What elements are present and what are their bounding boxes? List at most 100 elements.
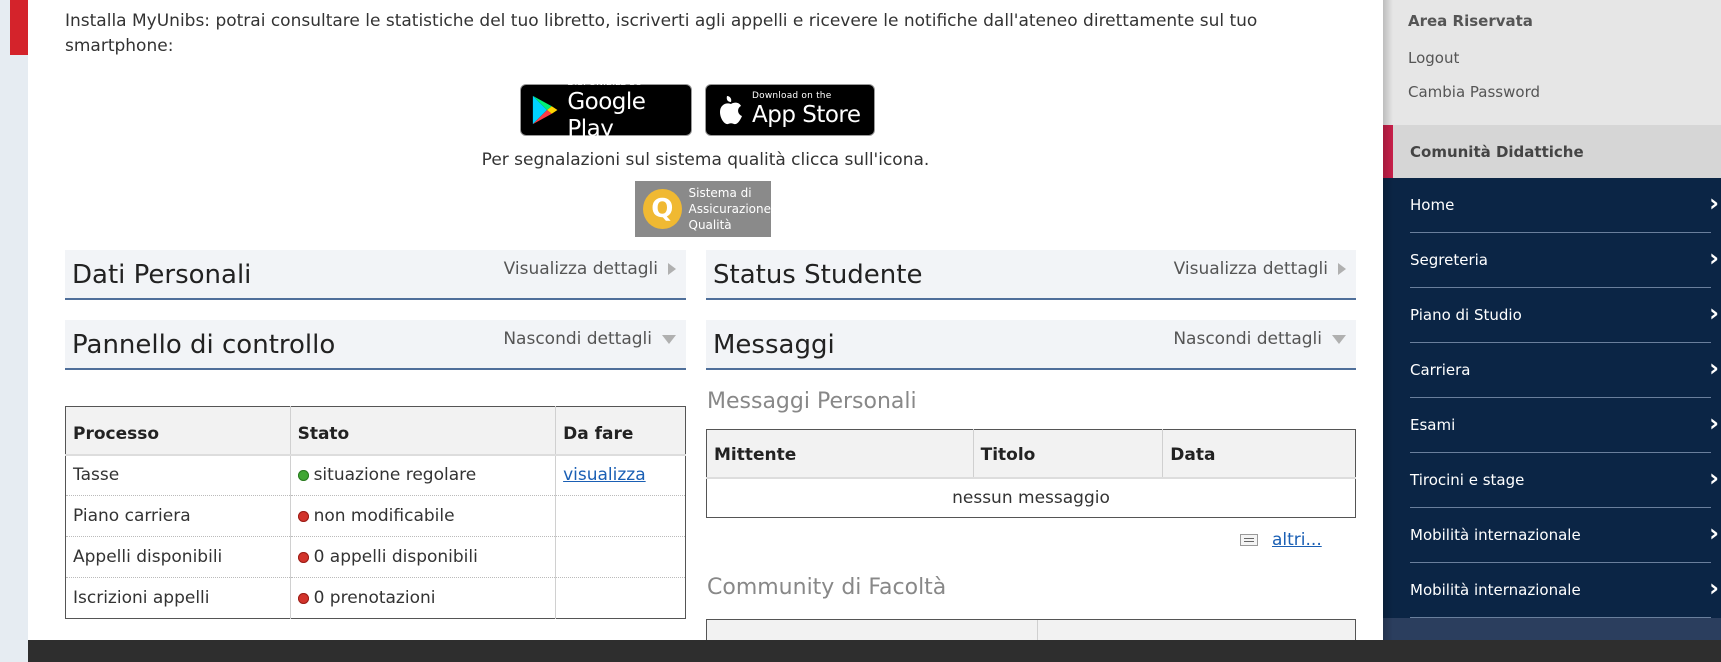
left-strip <box>0 0 28 662</box>
dati-personali-title: Dati Personali <box>72 260 252 290</box>
messaggi-personali-heading: Messaggi Personali <box>707 389 917 414</box>
google-play-small: DISPONIBILE SU <box>567 77 643 88</box>
quality-line-3: Qualità <box>688 218 732 232</box>
col-mittente: Mittente <box>706 429 974 479</box>
da-fare-cell: visualizza <box>555 454 686 496</box>
chevron-right-icon: › <box>1709 354 1719 382</box>
stato-text: 0 appelli disponibili <box>313 547 478 567</box>
stato-cell: 0 appelli disponibili <box>290 536 557 578</box>
community-table <box>706 619 1356 640</box>
messaggi-table: Mittente Titolo Data nessun messaggio <box>706 429 1356 518</box>
sidebar: Area Riservata Logout Cambia Password Co… <box>1383 0 1721 640</box>
bottom-bar <box>28 640 1721 662</box>
sidebar-item-label: Segreteria <box>1410 251 1488 269</box>
pannello-toggle-label: Nascondi dettagli <box>503 329 652 349</box>
altri-link[interactable]: altri... <box>1272 530 1322 550</box>
processo-cell: Iscrizioni appelli <box>65 577 291 619</box>
sidebar-item-label: Mobilità internazionale <box>1410 526 1581 544</box>
sidebar-item-piano-di-studio[interactable]: Piano di Studio › <box>1410 288 1719 343</box>
arrow-right-icon <box>1338 263 1346 275</box>
google-play-icon <box>532 95 558 125</box>
col-da-fare: Da fare <box>555 406 686 456</box>
visualizza-link[interactable]: visualizza <box>563 465 646 485</box>
status-studente-toggle[interactable]: Visualizza dettagli <box>1174 259 1346 279</box>
table-row: Appelli disponibili 0 appelli disponibil… <box>65 536 686 578</box>
col-processo: Processo <box>65 406 291 456</box>
comunita-label: Comunità Didattiche <box>1410 143 1584 161</box>
pannello-toggle[interactable]: Nascondi dettagli <box>503 329 676 349</box>
google-play-label: Google Play <box>567 88 646 142</box>
table-header-row: Mittente Titolo Data <box>706 429 1356 479</box>
empty-messages: nessun messaggio <box>952 487 1110 508</box>
chevron-right-icon: › <box>1709 299 1719 327</box>
community-heading: Community di Facoltà <box>707 575 947 600</box>
sidebar-item-label: Mobilità internazionale <box>1410 581 1581 599</box>
store-badges: DISPONIBILE SU Google Play Download on t… <box>520 78 875 142</box>
sidebar-item-tirocini[interactable]: Tirocini e stage › <box>1410 453 1719 508</box>
col-data: Data <box>1162 429 1356 479</box>
stato-text: situazione regolare <box>313 465 477 486</box>
status-studente-title: Status Studente <box>713 260 923 290</box>
chevron-right-icon: › <box>1709 574 1719 602</box>
pannello-panel: Pannello di controllo Nascondi dettagli <box>65 320 686 370</box>
red-accent <box>10 0 28 55</box>
stato-cell: 0 prenotazioni <box>290 577 557 619</box>
quality-text: Per segnalazioni sul sistema qualità cli… <box>481 150 930 170</box>
sidebar-item-home[interactable]: Home › <box>1410 178 1719 233</box>
col-stato: Stato <box>290 406 557 456</box>
dati-personali-toggle-label: Visualizza dettagli <box>503 259 658 279</box>
table-divider <box>1037 620 1038 640</box>
da-fare-cell <box>555 577 686 619</box>
altri-messaggi[interactable]: altri... <box>1240 530 1322 550</box>
dati-personali-panel: Dati Personali Visualizza dettagli <box>65 250 686 300</box>
logout-link[interactable]: Logout <box>1408 49 1459 67</box>
chevron-right-icon: › <box>1709 519 1719 547</box>
quality-badge[interactable]: Q Sistema di Assicurazione Qualità <box>635 181 771 237</box>
table-header-row: Processo Stato Da fare <box>65 406 686 456</box>
da-fare-cell <box>555 495 686 537</box>
quality-line-2: Assicurazione <box>688 202 772 216</box>
table-row: nessun messaggio <box>707 478 1356 518</box>
sidebar-item-segreteria[interactable]: Segreteria › <box>1410 233 1719 288</box>
main-content: Installa MyUnibs: potrai consultare le s… <box>28 0 1383 640</box>
stato-cell: situazione regolare <box>290 454 557 496</box>
table-row: Iscrizioni appelli 0 prenotazioni <box>65 577 686 619</box>
sidebar-item-esami[interactable]: Esami › <box>1410 398 1719 453</box>
processo-cell: Tasse <box>65 454 291 496</box>
arrow-down-icon <box>662 334 676 344</box>
da-fare-cell <box>555 536 686 578</box>
cambia-password-link[interactable]: Cambia Password <box>1408 83 1540 101</box>
red-status-icon <box>297 511 309 522</box>
quality-line-1: Sistema di <box>688 186 752 200</box>
messaggi-title: Messaggi <box>713 330 835 360</box>
intro-text: Installa MyUnibs: potrai consultare le s… <box>65 11 1258 56</box>
comunita-didattiche[interactable]: Comunità Didattiche <box>1383 125 1721 178</box>
sidebar-item-carriera[interactable]: Carriera › <box>1410 343 1719 398</box>
red-status-icon <box>297 593 309 604</box>
col-titolo: Titolo <box>973 429 1164 479</box>
sidebar-item-mobilita-2[interactable]: Mobilità internazionale › <box>1410 563 1719 618</box>
area-riservata-box: Area Riservata Logout Cambia Password <box>1383 0 1721 125</box>
app-store-label: App Store <box>752 102 861 128</box>
sidebar-item-mobilita[interactable]: Mobilità internazionale › <box>1410 508 1719 563</box>
chevron-right-icon: › <box>1709 189 1719 217</box>
google-play-button[interactable]: DISPONIBILE SU Google Play <box>520 78 692 142</box>
app-store-button[interactable]: Download on the App Store <box>705 84 875 136</box>
messaggi-toggle[interactable]: Nascondi dettagli <box>1173 329 1346 349</box>
processo-cell: Piano carriera <box>65 495 291 537</box>
arrow-down-icon <box>1332 334 1346 344</box>
processo-cell: Appelli disponibili <box>65 536 291 578</box>
status-studente-toggle-label: Visualizza dettagli <box>1173 259 1328 279</box>
sidebar-item-label: Tirocini e stage <box>1410 471 1525 489</box>
app-store-small: Download on the <box>752 91 832 101</box>
sidebar-item-label: Carriera <box>1410 361 1471 379</box>
red-status-icon <box>297 552 309 563</box>
stato-text: 0 prenotazioni <box>313 588 436 608</box>
quality-q-icon: Q <box>643 189 682 229</box>
control-table: Processo Stato Da fare Tasse situazione … <box>65 406 686 619</box>
messaggi-toggle-label: Nascondi dettagli <box>1173 329 1322 349</box>
green-status-icon <box>297 470 309 482</box>
dati-personali-toggle[interactable]: Visualizza dettagli <box>504 259 676 279</box>
table-row: Tasse situazione regolare visualizza <box>65 454 686 496</box>
apple-icon <box>720 96 742 125</box>
